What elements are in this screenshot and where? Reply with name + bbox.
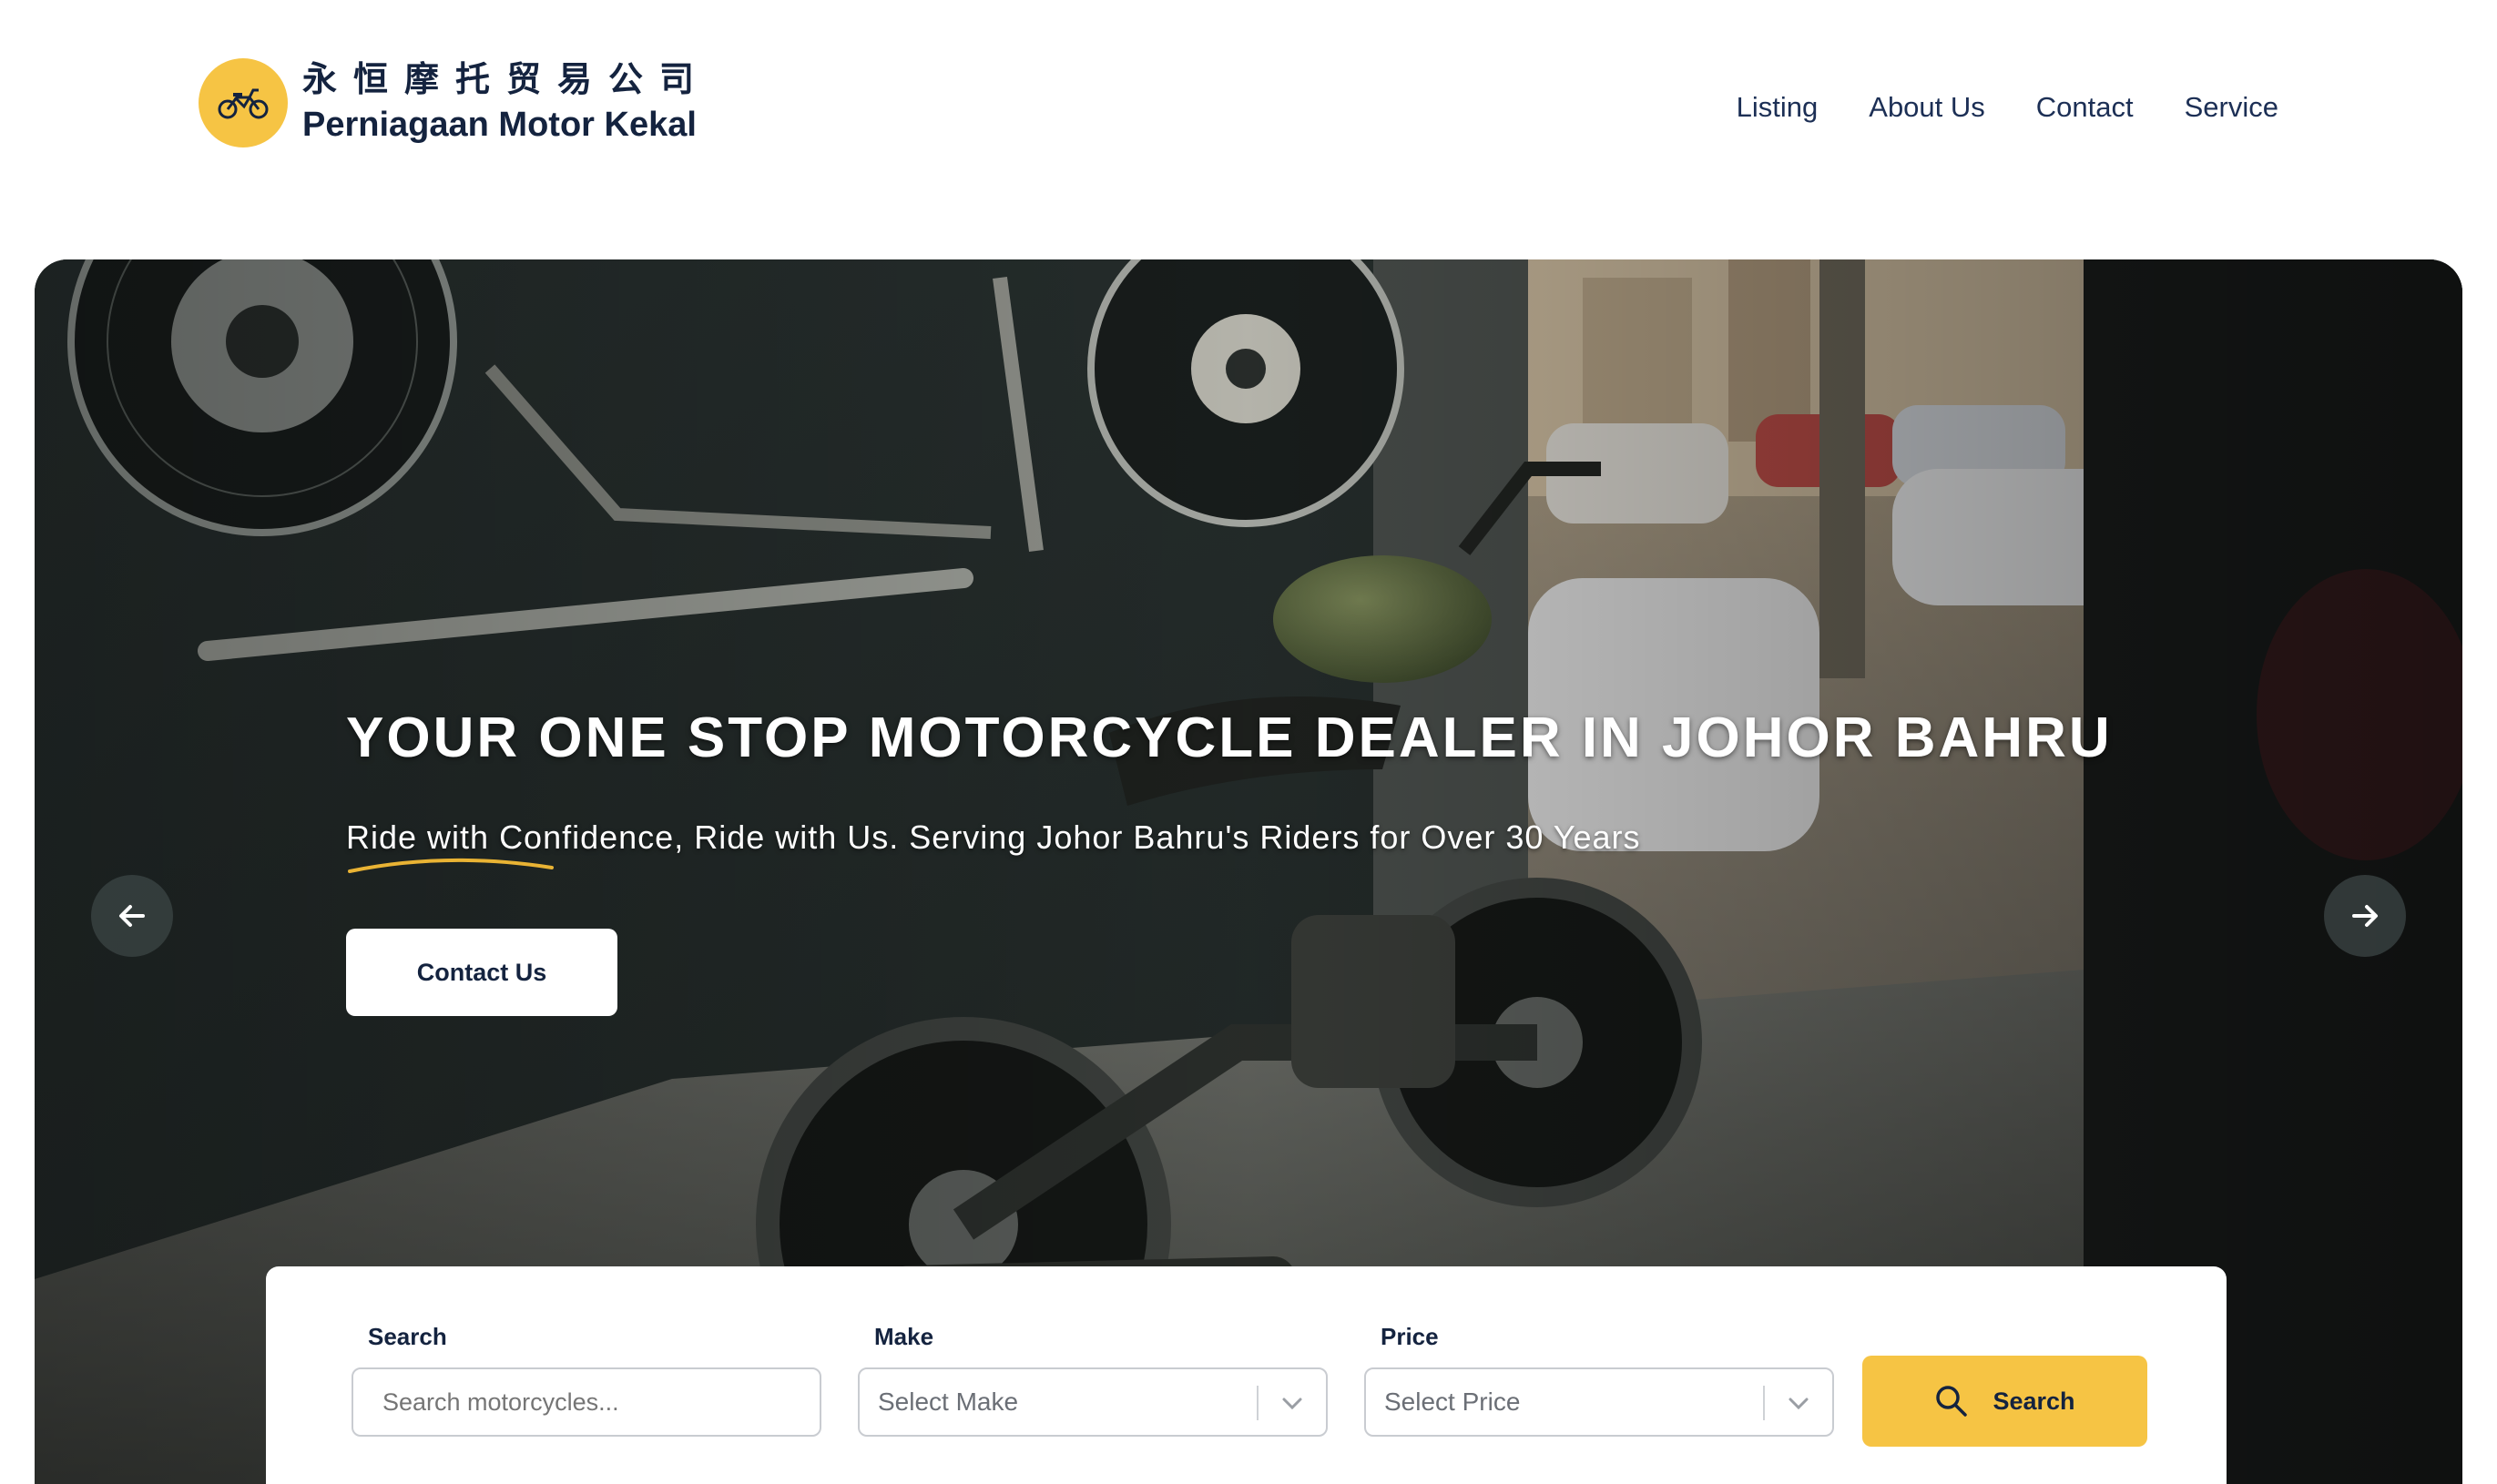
nav-about-us[interactable]: About Us bbox=[1869, 91, 1985, 124]
price-select-value: Select Price bbox=[1384, 1387, 1521, 1416]
brand-name-chinese: 永恒摩托贸易公司 bbox=[302, 59, 711, 99]
search-button[interactable]: Search bbox=[1862, 1356, 2147, 1447]
price-select[interactable]: Select Price bbox=[1364, 1367, 1834, 1437]
price-label: Price bbox=[1381, 1323, 1439, 1350]
decorative-underline bbox=[348, 858, 554, 873]
price-field-group: Price Select Price bbox=[1364, 1323, 1834, 1437]
nav-contact[interactable]: Contact bbox=[2036, 91, 2134, 124]
search-panel: Search Make Select Make Price Select Pri… bbox=[266, 1266, 2227, 1484]
contact-us-button[interactable]: Contact Us bbox=[346, 929, 617, 1016]
carousel-next-button[interactable] bbox=[2324, 875, 2406, 957]
hero-subtitle: Ride with Confidence, Ride with Us. Serv… bbox=[346, 818, 1641, 856]
make-field-group: Make Select Make bbox=[858, 1323, 1328, 1437]
carousel-prev-button[interactable] bbox=[91, 875, 173, 957]
nav-listing[interactable]: Listing bbox=[1737, 91, 1819, 124]
chevron-down-icon bbox=[1282, 1398, 1302, 1410]
search-button-label: Search bbox=[1993, 1387, 2075, 1415]
make-label: Make bbox=[874, 1323, 934, 1350]
main-nav: Listing About Us Contact Service bbox=[1737, 91, 2278, 124]
search-icon bbox=[1936, 1386, 1968, 1417]
search-input[interactable] bbox=[352, 1367, 821, 1437]
search-label: Search bbox=[368, 1323, 447, 1350]
chevron-down-icon bbox=[1789, 1398, 1809, 1410]
site-header: 永恒摩托贸易公司 Perniagaan Motor Kekal Listing … bbox=[0, 0, 2497, 259]
make-select-value: Select Make bbox=[878, 1387, 1019, 1416]
motorcycle-logo-icon bbox=[199, 58, 288, 147]
brand-name: Perniagaan Motor Kekal bbox=[302, 106, 697, 144]
arrow-right-icon bbox=[2352, 905, 2378, 927]
arrow-left-icon bbox=[119, 905, 145, 927]
nav-service[interactable]: Service bbox=[2185, 91, 2278, 124]
hero-title: YOUR ONE STOP MOTORCYCLE DEALER IN JOHOR… bbox=[346, 706, 2113, 769]
make-select[interactable]: Select Make bbox=[858, 1367, 1328, 1437]
brand-logo[interactable]: 永恒摩托贸易公司 Perniagaan Motor Kekal bbox=[199, 58, 710, 147]
search-field-group: Search bbox=[352, 1323, 821, 1437]
